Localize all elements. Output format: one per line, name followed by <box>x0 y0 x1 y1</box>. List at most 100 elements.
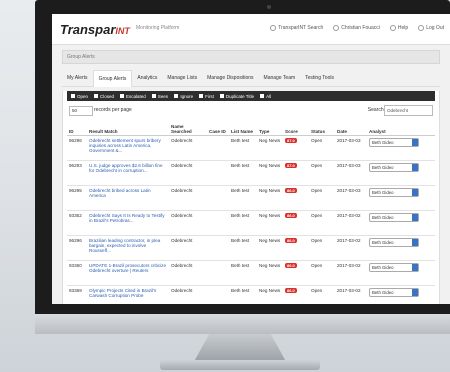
analyst-select[interactable]: Beth Gideo <box>369 288 419 297</box>
cell-case <box>207 135 229 161</box>
dropdown-arrow-icon <box>412 164 418 171</box>
cell-case <box>207 260 229 286</box>
cell-case <box>207 235 229 261</box>
tab-analytics[interactable]: Analytics <box>132 70 162 86</box>
cell-name: Odebrecht <box>169 185 207 211</box>
col-list-name[interactable]: List Name <box>229 119 257 136</box>
filter-open[interactable]: Open <box>71 94 88 99</box>
filter-first[interactable]: First <box>199 94 214 99</box>
col-id[interactable]: ID <box>67 119 87 136</box>
cell-list: Beth test <box>229 285 257 304</box>
tab-testing-tools[interactable]: Testing Tools <box>300 70 339 86</box>
col-status[interactable]: Status <box>309 119 335 136</box>
col-result-match[interactable]: Result Match <box>87 119 169 136</box>
table-row[interactable]: 93362 Odebrecht Says It Is Ready to Test… <box>67 210 435 236</box>
table-controls: 50 records per page Search: Odebrecht <box>67 105 435 117</box>
cell-status: Open <box>309 185 335 211</box>
cell-score: 86.0 <box>283 185 309 211</box>
analyst-select[interactable]: Beth Gideo <box>369 163 419 172</box>
result-link[interactable]: Brazilian leading contractor, in plea ba… <box>87 235 169 261</box>
col-score[interactable]: Score <box>283 119 309 136</box>
table-header-row: ID Result Match Name Searched Case ID Li… <box>67 119 435 136</box>
tab-bar: My Alerts Group Alerts Analytics Manage … <box>62 70 440 87</box>
cell-id: 96295 <box>67 185 87 211</box>
result-link[interactable]: UPDATE 1-Brazil prosecutors criticize Od… <box>87 260 169 286</box>
logout-icon <box>418 25 425 31</box>
logo-accent: INT <box>115 26 130 36</box>
topnav-search[interactable]: TransparINT Search <box>270 25 323 31</box>
score-badge: 86.0 <box>285 188 297 193</box>
table-row[interactable]: 93369 Olympic Projects Cited in Brazil's… <box>67 285 435 304</box>
analyst-select[interactable]: Beth Gideo <box>369 213 419 222</box>
col-name-searched[interactable]: Name Searched <box>169 119 207 136</box>
search-input[interactable]: Odebrecht <box>384 105 433 116</box>
table-row[interactable]: 93360 UPDATE 1-Brazil prosecutors critic… <box>67 260 435 286</box>
cell-name: Odebrecht <box>169 235 207 261</box>
dropdown-arrow-icon <box>412 189 418 196</box>
col-date[interactable]: Date <box>335 119 367 136</box>
cell-case <box>207 285 229 304</box>
cell-case <box>207 160 229 186</box>
filter-seen[interactable]: Seen <box>151 94 168 99</box>
cell-score: 86.0 <box>283 235 309 261</box>
result-link[interactable]: Olympic Projects Cited in Brazil's Carwa… <box>87 285 169 304</box>
page-size-select[interactable]: 50 <box>69 106 93 116</box>
result-link[interactable]: Odebrecht bribed across Latin America <box>87 185 169 211</box>
tab-my-alerts[interactable]: My Alerts <box>62 70 93 86</box>
filter-duplicate-title[interactable]: Duplicate Title <box>219 94 254 99</box>
cell-date: 2017-03-02 <box>335 285 367 304</box>
tab-manage-lists[interactable]: Manage Lists <box>162 70 202 86</box>
tab-manage-team[interactable]: Manage Team <box>259 70 301 86</box>
cell-name: Odebrecht <box>169 285 207 304</box>
cell-score: 86.0 <box>283 260 309 286</box>
cell-score: 87.0 <box>283 135 309 161</box>
dropdown-arrow-icon <box>412 139 418 146</box>
checkbox-icon <box>120 94 125 98</box>
filter-escalated[interactable]: Escalated <box>120 94 146 99</box>
analyst-select[interactable]: Beth Gideo <box>369 138 419 147</box>
search-icon <box>270 25 277 31</box>
cell-score: 86.0 <box>283 210 309 236</box>
cell-status: Open <box>309 135 335 161</box>
cell-type: Neg News <box>257 135 283 161</box>
cell-id: 93360 <box>67 260 87 286</box>
result-link[interactable]: Odebrecht settlement spurs bribery inqui… <box>87 135 169 161</box>
cell-date: 2017-03-02 <box>335 210 367 236</box>
logo[interactable]: TransparINT <box>60 22 130 37</box>
cell-type: Neg News <box>257 285 283 304</box>
checkbox-icon <box>151 94 156 98</box>
app-screen: TransparINT Monitoring Platform Transpar… <box>52 14 450 304</box>
topnav-user[interactable]: Christian Fouacci <box>333 25 380 31</box>
table-row[interactable]: 96296 Odebrecht settlement spurs bribery… <box>67 135 435 161</box>
filter-closed[interactable]: Closed <box>94 94 114 99</box>
filter-all[interactable]: All <box>260 94 271 99</box>
analyst-select[interactable]: Beth Gideo <box>369 263 419 272</box>
cell-analyst: Beth Gideo <box>367 135 435 161</box>
table-row[interactable]: 96296 Brazilian leading contractor, in p… <box>67 235 435 261</box>
tab-manage-dispositions[interactable]: Manage Dispositions <box>202 70 258 86</box>
filter-ignore[interactable]: Ignore <box>174 94 193 99</box>
topnav-logout[interactable]: Log Out <box>418 25 444 31</box>
checkbox-icon <box>71 94 75 98</box>
result-link[interactable]: U.S. judge approves $2.6 billion fine fo… <box>87 160 169 186</box>
cell-list: Beth test <box>229 160 257 186</box>
cell-name: Odebrecht <box>169 260 207 286</box>
tab-group-alerts[interactable]: Group Alerts <box>92 70 133 87</box>
topnav-help[interactable]: Help <box>389 25 408 31</box>
cell-score: 86.0 <box>283 285 309 304</box>
cell-analyst: Beth Gideo <box>367 235 435 261</box>
logo-main: Transpar <box>60 22 116 37</box>
user-icon <box>333 25 340 31</box>
table-row[interactable]: 96293 U.S. judge approves $2.6 billion f… <box>67 160 435 186</box>
analyst-select[interactable]: Beth Gideo <box>369 238 419 247</box>
cell-id: 96296 <box>67 235 87 261</box>
table-row[interactable]: 96295 Odebrecht bribed across Latin Amer… <box>67 185 435 211</box>
cell-status: Open <box>309 235 335 261</box>
analyst-select[interactable]: Beth Gideo <box>369 188 419 197</box>
result-link[interactable]: Odebrecht Says It Is Ready to Testify in… <box>87 210 169 236</box>
score-badge: 87.0 <box>285 163 297 168</box>
cell-analyst: Beth Gideo <box>367 285 435 304</box>
col-type[interactable]: Type <box>257 119 283 136</box>
col-analyst[interactable]: Analyst <box>367 119 435 136</box>
col-case-id[interactable]: Case ID <box>207 119 229 136</box>
